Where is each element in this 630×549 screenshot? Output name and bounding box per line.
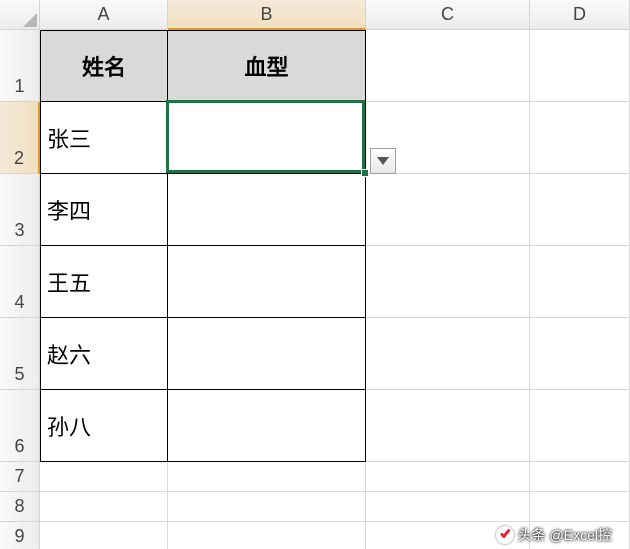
blood-cell[interactable]: [168, 318, 366, 390]
empty-cell[interactable]: [168, 462, 366, 492]
empty-cell[interactable]: [366, 30, 530, 102]
data-validation-dropdown-button[interactable]: [370, 148, 396, 174]
column-header-D[interactable]: D: [530, 0, 630, 30]
row-header-8[interactable]: 8: [0, 492, 40, 522]
table-header-name[interactable]: 姓名: [40, 30, 168, 102]
empty-cell[interactable]: [530, 318, 630, 390]
row-header-5[interactable]: 5: [0, 318, 40, 390]
empty-cell[interactable]: [530, 102, 630, 174]
row-header-6[interactable]: 6: [0, 390, 40, 462]
select-all-corner[interactable]: [0, 0, 40, 30]
empty-cell[interactable]: [366, 390, 530, 462]
empty-cell[interactable]: [530, 390, 630, 462]
watermark: 头条 @Excel控: [496, 525, 612, 545]
column-header-B[interactable]: B: [168, 0, 366, 30]
row-header-2[interactable]: 2: [0, 102, 40, 174]
watermark-text: 头条 @Excel控: [518, 525, 612, 545]
empty-cell[interactable]: [530, 174, 630, 246]
column-header-C[interactable]: C: [366, 0, 530, 30]
chevron-down-icon: [377, 157, 389, 165]
row-header-7[interactable]: 7: [0, 462, 40, 492]
empty-cell[interactable]: [40, 492, 168, 522]
row-header-9[interactable]: 9: [0, 522, 40, 549]
empty-cell[interactable]: [366, 246, 530, 318]
grid-cells: 姓名血型张三李四王五赵六孙八: [40, 30, 630, 549]
empty-cell[interactable]: [168, 522, 366, 549]
table-header-blood[interactable]: 血型: [168, 30, 366, 102]
name-cell[interactable]: 王五: [40, 246, 168, 318]
empty-cell[interactable]: [40, 522, 168, 549]
row-header-1[interactable]: 1: [0, 30, 40, 102]
spreadsheet: ABCD 123456789 姓名血型张三李四王五赵六孙八 头条 @Excel控: [0, 0, 630, 549]
empty-cell[interactable]: [366, 492, 530, 522]
row-header-3[interactable]: 3: [0, 174, 40, 246]
name-cell[interactable]: 张三: [40, 102, 168, 174]
empty-cell[interactable]: [530, 492, 630, 522]
name-cell[interactable]: 赵六: [40, 318, 168, 390]
empty-cell[interactable]: [530, 462, 630, 492]
name-cell[interactable]: 李四: [40, 174, 168, 246]
empty-cell[interactable]: [530, 30, 630, 102]
empty-cell[interactable]: [40, 462, 168, 492]
column-headers: ABCD: [40, 0, 630, 30]
watermark-logo-icon: [496, 526, 514, 544]
column-header-A[interactable]: A: [40, 0, 168, 30]
blood-cell[interactable]: [168, 246, 366, 318]
empty-cell[interactable]: [168, 492, 366, 522]
row-header-4[interactable]: 4: [0, 246, 40, 318]
empty-cell[interactable]: [366, 174, 530, 246]
blood-cell[interactable]: [168, 174, 366, 246]
select-all-icon: [23, 13, 37, 27]
empty-cell[interactable]: [366, 462, 530, 492]
name-cell[interactable]: 孙八: [40, 390, 168, 462]
blood-cell[interactable]: [168, 390, 366, 462]
empty-cell[interactable]: [366, 318, 530, 390]
empty-cell[interactable]: [530, 246, 630, 318]
blood-cell[interactable]: [168, 102, 366, 174]
fill-handle[interactable]: [361, 169, 369, 177]
row-headers: 123456789: [0, 30, 40, 549]
